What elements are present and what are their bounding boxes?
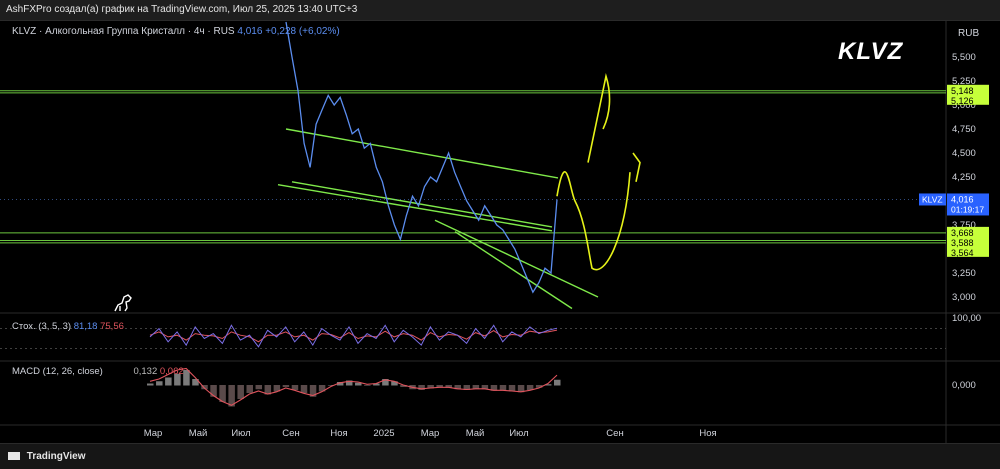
macd-axis-label: 0,000 xyxy=(952,380,976,391)
macd-histogram-bar xyxy=(219,385,226,402)
macd-label: MACD (12, 26, close) xyxy=(12,366,103,377)
time-axis-ticks: Мар Май Июл Сен Ноя 2025 Мар Май Июл Сен Ноя xyxy=(144,428,717,439)
time-tick-label: Июл xyxy=(509,428,528,439)
macd-histogram-bar xyxy=(165,377,172,386)
macd-histogram-bar xyxy=(255,385,263,390)
macd-histogram-bar xyxy=(156,381,163,386)
level-tag-label: 5,126 xyxy=(951,96,974,106)
price-series xyxy=(285,21,558,294)
tradingview-icon xyxy=(8,452,20,461)
last-price-symbol: KLVZ xyxy=(922,194,943,204)
macd-histogram-bar xyxy=(210,385,217,397)
macd-histogram-bar xyxy=(364,385,371,386)
macd-histogram-bar xyxy=(499,385,507,390)
macd-histogram-bar xyxy=(246,385,253,393)
macd-histogram-bar xyxy=(436,385,443,387)
channel-line xyxy=(277,183,553,232)
channel-line xyxy=(285,128,559,179)
macd-histogram-bar xyxy=(147,383,154,386)
price-chart[interactable]: RUB 5,5005,2505,0004,7504,5004,2504,0003… xyxy=(0,0,1000,468)
level-tag-label: 3,564 xyxy=(951,248,974,258)
macd-histogram-bar xyxy=(300,385,308,393)
trend-channel-lines xyxy=(277,128,599,310)
macd-histogram-bar xyxy=(472,385,480,389)
currency-label: RUB xyxy=(958,28,979,39)
macd-histogram-bar xyxy=(282,385,290,387)
macd-histogram-bar xyxy=(554,379,561,386)
brand-label: TradingView xyxy=(26,451,86,462)
time-tick-label: Сен xyxy=(606,428,623,439)
channel-line xyxy=(434,219,599,298)
level-tag-label: 3,668 xyxy=(951,228,974,238)
macd-legend[interactable]: MACD (12, 26, close) 0,132 0,062 xyxy=(12,366,184,377)
time-tick-label: Сен xyxy=(282,428,299,439)
footer-bar xyxy=(0,443,1000,469)
price-tick-label: 4,750 xyxy=(952,124,976,135)
macd-histogram-bar xyxy=(237,385,244,399)
stoch-legend[interactable]: Стох. (3, 5, 3) 81,18 75,56 xyxy=(12,321,124,332)
price-tick-label: 3,000 xyxy=(952,292,976,303)
macd-signal-value: 0,062 xyxy=(159,366,184,377)
horizontal-levels xyxy=(0,90,946,244)
tradingview-logo[interactable]: TradingView xyxy=(8,451,86,462)
time-tick-label: Июл xyxy=(231,428,250,439)
time-tick-label: Май xyxy=(189,428,208,439)
time-tick-label: Мар xyxy=(144,428,163,439)
price-tick-label: 5,500 xyxy=(952,52,976,63)
time-tick-label: Мар xyxy=(421,428,440,439)
stoch-d-value: 75,56 xyxy=(100,321,124,332)
price-tick-label: 4,250 xyxy=(952,172,976,183)
time-tick-label: Ноя xyxy=(699,428,716,439)
projection-arrow xyxy=(632,152,641,182)
macd-pane: 0,000 xyxy=(147,367,976,407)
stoch-k-value: 81,18 xyxy=(73,321,98,332)
time-tick-label: 2025 xyxy=(373,428,394,439)
last-price-value: 4,016 xyxy=(951,194,974,204)
level-tag-label: 5,148 xyxy=(951,86,974,96)
time-tick-label: Ноя xyxy=(330,428,347,439)
mascot-icon xyxy=(114,294,132,312)
time-tick-label: Май xyxy=(466,428,485,439)
channel-line xyxy=(291,181,553,228)
stoch-axis-label: 100,00 xyxy=(952,313,981,324)
level-tag-label: 3,588 xyxy=(951,238,974,248)
last-price-countdown: 01:19:17 xyxy=(951,204,984,214)
stoch-label: Стох. (3, 5, 3) xyxy=(12,321,72,332)
last-price-tag: KLVZ 4,01601:19:17 xyxy=(0,193,989,216)
price-tick-label: 3,250 xyxy=(952,268,976,279)
price-tick-label: 4,500 xyxy=(952,148,976,159)
price-line xyxy=(285,21,558,294)
macd-histogram-bar xyxy=(183,370,190,386)
stochastic-pane: 100,00 xyxy=(0,313,981,349)
macd-value: 0,132 xyxy=(133,366,158,377)
